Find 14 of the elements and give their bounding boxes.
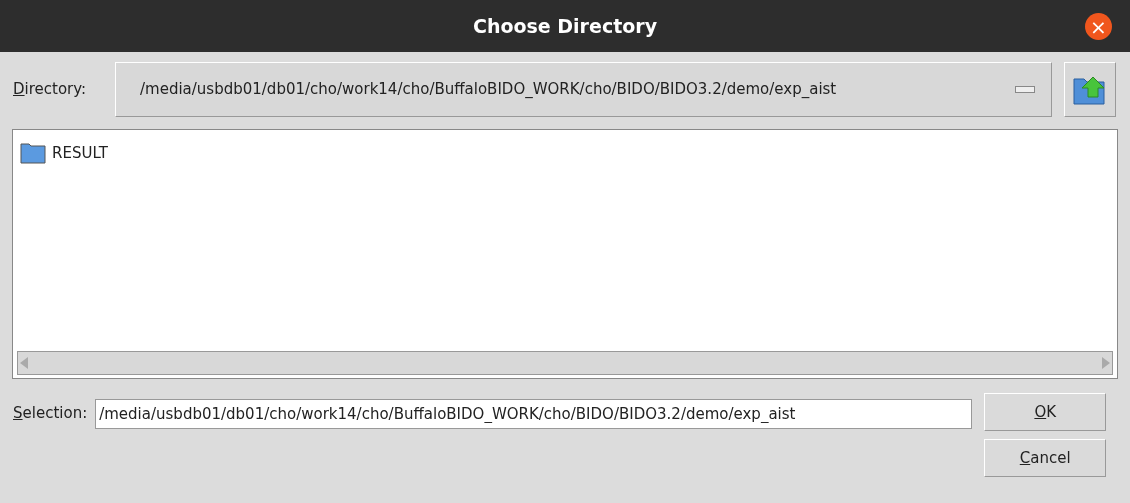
folder-item[interactable]: RESULT [18, 142, 110, 165]
parent-directory-button[interactable] [1064, 62, 1116, 117]
horizontal-scrollbar[interactable] [17, 351, 1113, 375]
folder-icon [20, 142, 46, 165]
directory-dropdown[interactable]: /media/usbdb01/db01/cho/work14/cho/BuffaloBIDO_WORK/cho/BIDO/BIDO3.2/demo/exp_aist [115, 62, 1052, 117]
scroll-left-icon[interactable] [20, 357, 28, 369]
dropdown-indicator-icon [1015, 86, 1035, 93]
directory-label: Directory: [13, 79, 88, 101]
selection-field[interactable]: /media/usbdb01/db01/cho/work14/cho/BuffaloBIDO_WORK/cho/BIDO/BIDO3.2/demo/exp_aist [95, 398, 973, 429]
scroll-right-icon[interactable] [1102, 357, 1110, 369]
selection-label: Selection: [13, 403, 88, 425]
window-title: Choose Directory [472, 13, 658, 39]
dialog-button[interactable]: OK [984, 393, 1107, 431]
dialog-button[interactable]: Cancel [984, 439, 1107, 477]
